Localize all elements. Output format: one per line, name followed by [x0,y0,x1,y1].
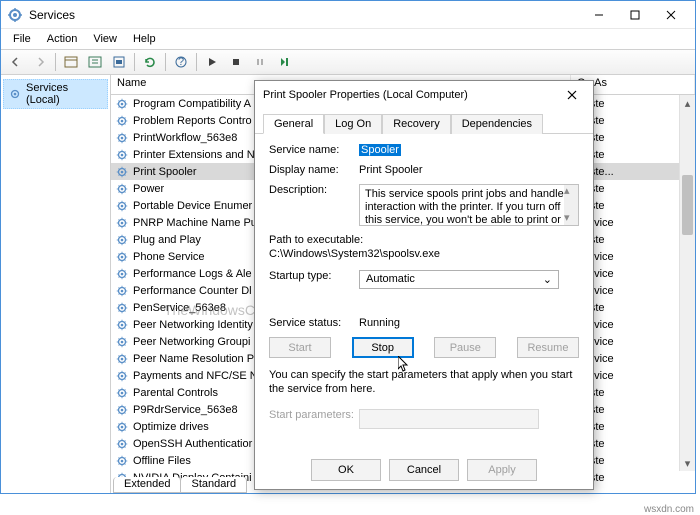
menu-view[interactable]: View [85,31,125,47]
label-service-name: Service name: [269,144,359,156]
service-name-cell: PNRP Machine Name Pu [133,217,257,229]
help-button[interactable]: ? [170,51,192,73]
properties-button[interactable] [108,51,130,73]
tab-extended[interactable]: Extended [113,477,181,493]
service-name-cell: Power [133,183,164,195]
scroll-thumb[interactable] [682,175,693,235]
dialog-titlebar: Print Spooler Properties (Local Computer… [255,81,593,109]
tab-recovery[interactable]: Recovery [382,114,450,134]
show-hide-console-tree-button[interactable] [60,51,82,73]
resume-button: Resume [517,337,579,358]
service-name-cell: Problem Reports Contro [133,115,252,127]
chevron-down-icon: ⌄ [543,273,552,286]
label-description: Description: [269,184,359,196]
stop-button[interactable]: Stop [352,337,414,358]
service-name-cell: Peer Networking Groupi [133,336,250,348]
tab-dependencies[interactable]: Dependencies [451,114,543,134]
menu-action[interactable]: Action [39,31,86,47]
service-name-cell: Performance Logs & Ale [133,268,252,280]
value-description[interactable]: This service spools print jobs and handl… [359,184,579,226]
service-name-cell: Optimize drives [133,421,209,433]
value-path: C:\Windows\System32\spoolsv.exe [269,248,579,260]
dialog-tabs: General Log On Recovery Dependencies [255,109,593,134]
close-button[interactable] [653,3,689,27]
service-name-cell: P9RdrService_563e8 [133,404,238,416]
maximize-button[interactable] [617,3,653,27]
label-path: Path to executable: [269,234,579,246]
startup-type-select[interactable]: Automatic ⌄ [359,270,559,289]
footer-credit: wsxdn.com [644,504,694,515]
menu-file[interactable]: File [5,31,39,47]
properties-dialog: Print Spooler Properties (Local Computer… [254,80,594,490]
window-title: Services [29,8,581,22]
service-name-cell: Print Spooler [133,166,197,178]
service-name-cell: Portable Device Enumer [133,200,252,212]
tree-root[interactable]: Services (Local) [3,79,108,109]
service-name-cell: PenService_563e8 [133,302,226,314]
tree-panel: Services (Local) [1,75,111,493]
scroll-up-arrow[interactable]: ▴ [680,95,695,111]
label-startup: Startup type: [269,270,359,282]
bottom-tabs: Extended Standard [113,477,246,493]
start-button: Start [269,337,331,358]
tab-logon[interactable]: Log On [324,114,382,134]
service-name-cell: Phone Service [133,251,205,263]
service-name-cell: Offline Files [133,455,191,467]
service-name-cell: Parental Controls [133,387,218,399]
export-list-button[interactable] [84,51,106,73]
toolbar: ? [1,49,695,75]
service-name-cell: Plug and Play [133,234,201,246]
value-status: Running [359,317,579,329]
svg-text:?: ? [178,56,184,68]
stop-service-button[interactable] [225,51,247,73]
tab-standard[interactable]: Standard [180,477,247,493]
service-name-cell: Printer Extensions and N [133,149,255,161]
description-scrollbar[interactable]: ▴▾ [564,185,578,225]
value-service-name[interactable]: Spooler [359,144,401,156]
scroll-down-arrow[interactable]: ▾ [680,455,695,471]
refresh-button[interactable] [139,51,161,73]
pause-service-button[interactable] [249,51,271,73]
forward-button[interactable] [29,51,51,73]
minimize-button[interactable] [581,3,617,27]
tab-general[interactable]: General [263,114,324,134]
label-display-name: Display name: [269,164,359,176]
service-name-cell: Peer Name Resolution Pl [133,353,257,365]
label-start-params: Start parameters: [269,409,359,421]
vertical-scrollbar[interactable]: ▴ ▾ [679,95,695,471]
start-params-input [359,409,539,429]
service-name-cell: PrintWorkflow_563e8 [133,132,237,144]
service-name-cell: Peer Networking Identity [133,319,253,331]
ok-button[interactable]: OK [311,459,381,481]
cancel-button[interactable]: Cancel [389,459,459,481]
dialog-body: Service name: Spooler Display name: Prin… [255,134,593,447]
start-service-button[interactable] [201,51,223,73]
dialog-footer: OK Cancel Apply [255,459,593,481]
service-name-cell: Program Compatibility A [133,98,251,110]
service-name-cell: Payments and NFC/SE N [133,370,258,382]
label-status: Service status: [269,317,359,329]
back-button[interactable] [5,51,27,73]
dialog-title: Print Spooler Properties (Local Computer… [263,89,559,101]
titlebar: Services [1,1,695,29]
tree-root-label: Services (Local) [26,82,103,106]
pause-button: Pause [434,337,496,358]
dialog-close-button[interactable] [559,84,585,106]
menubar: File Action View Help [1,29,695,49]
apply-button: Apply [467,459,537,481]
restart-service-button[interactable] [273,51,295,73]
help-text: You can specify the start parameters tha… [269,368,579,397]
service-name-cell: Performance Counter Dl [133,285,252,297]
menu-help[interactable]: Help [125,31,164,47]
services-icon [7,7,23,23]
service-name-cell: OpenSSH Authenticatior [133,438,252,450]
value-display-name: Print Spooler [359,164,579,176]
